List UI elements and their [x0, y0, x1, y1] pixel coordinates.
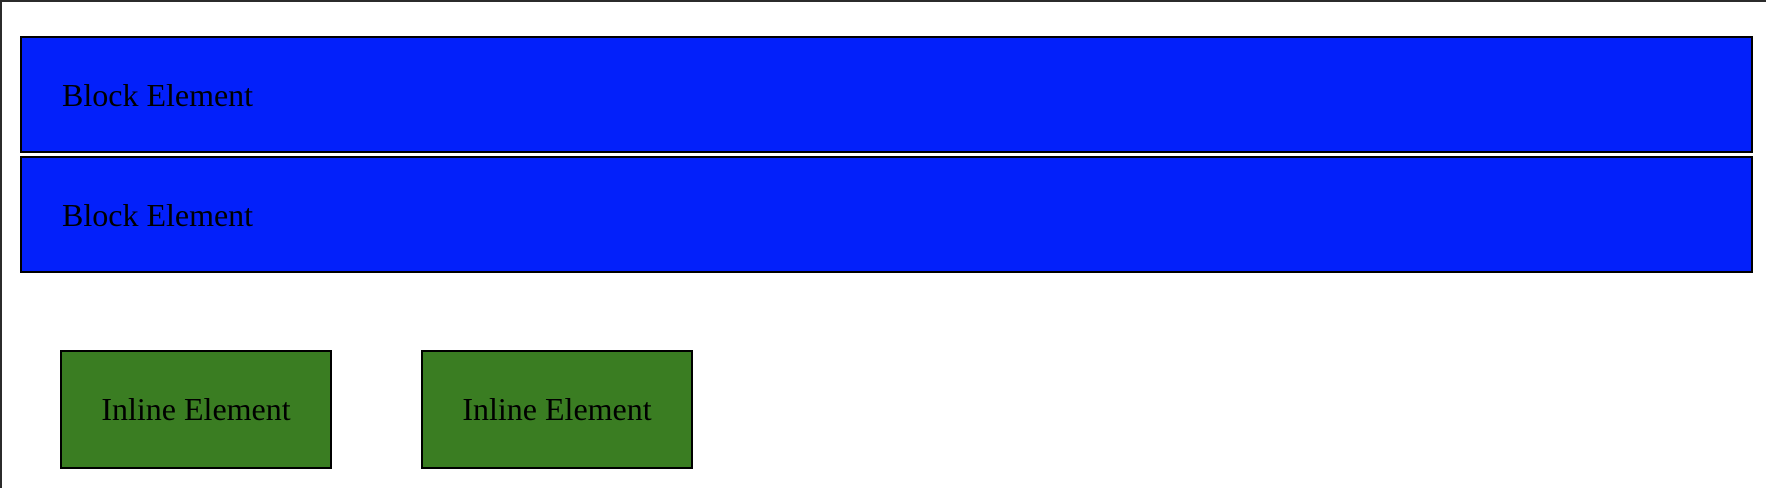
inline-element-label: Inline Element — [462, 391, 652, 427]
inline-element-2: Inline Element — [421, 350, 693, 469]
inline-element-label: Inline Element — [101, 391, 291, 427]
block-element-2: Block Element — [20, 156, 1753, 273]
block-element-1: Block Element — [20, 36, 1753, 153]
page-frame: Block Element Block Element Inline Eleme… — [0, 0, 1766, 488]
block-element-label: Block Element — [62, 197, 254, 233]
block-element-label: Block Element — [62, 77, 254, 113]
inline-element-1: Inline Element — [60, 350, 332, 469]
